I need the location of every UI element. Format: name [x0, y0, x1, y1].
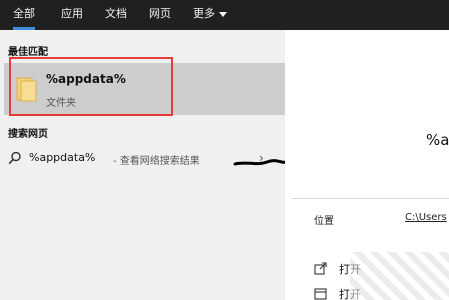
- search-icon: [8, 151, 21, 165]
- tab-web[interactable]: 网页: [149, 0, 171, 30]
- redaction-scribble: [233, 159, 289, 166]
- tab-label: 网页: [149, 7, 171, 20]
- red-highlight-box: [9, 57, 173, 116]
- tab-label: 应用: [61, 7, 83, 20]
- search-window: 全部 应用 文档 网页 更多 最佳匹配 %appdata% 文件夹 搜索网页 %…: [0, 0, 449, 300]
- search-web-heading: 搜索网页: [8, 129, 48, 140]
- web-search-suffix: - 查看网络搜索结果: [113, 156, 200, 167]
- preview-divider: [291, 198, 449, 199]
- tab-more[interactable]: 更多: [193, 0, 227, 30]
- tab-apps[interactable]: 应用: [61, 0, 83, 30]
- open-file-location-icon: [314, 288, 327, 300]
- tab-label: 全部: [13, 7, 35, 20]
- search-tab-bar: 全部 应用 文档 网页 更多: [0, 0, 449, 30]
- web-search-query: %appdata%: [29, 151, 96, 164]
- best-match-heading: 最佳匹配: [8, 47, 48, 58]
- watermark-overlay: [350, 252, 449, 300]
- results-pane: 最佳匹配 %appdata% 文件夹 搜索网页 %appdata% - 查看网络…: [0, 30, 289, 300]
- tab-documents[interactable]: 文档: [105, 0, 127, 30]
- tab-label: 更多: [193, 7, 215, 20]
- tab-label: 文档: [105, 7, 127, 20]
- location-label: 位置: [314, 216, 334, 227]
- location-path[interactable]: C:\Users: [405, 212, 447, 223]
- preview-title: %a: [426, 131, 449, 149]
- tab-all[interactable]: 全部: [13, 0, 35, 30]
- chevron-down-icon: [219, 11, 227, 17]
- open-icon: [314, 262, 327, 275]
